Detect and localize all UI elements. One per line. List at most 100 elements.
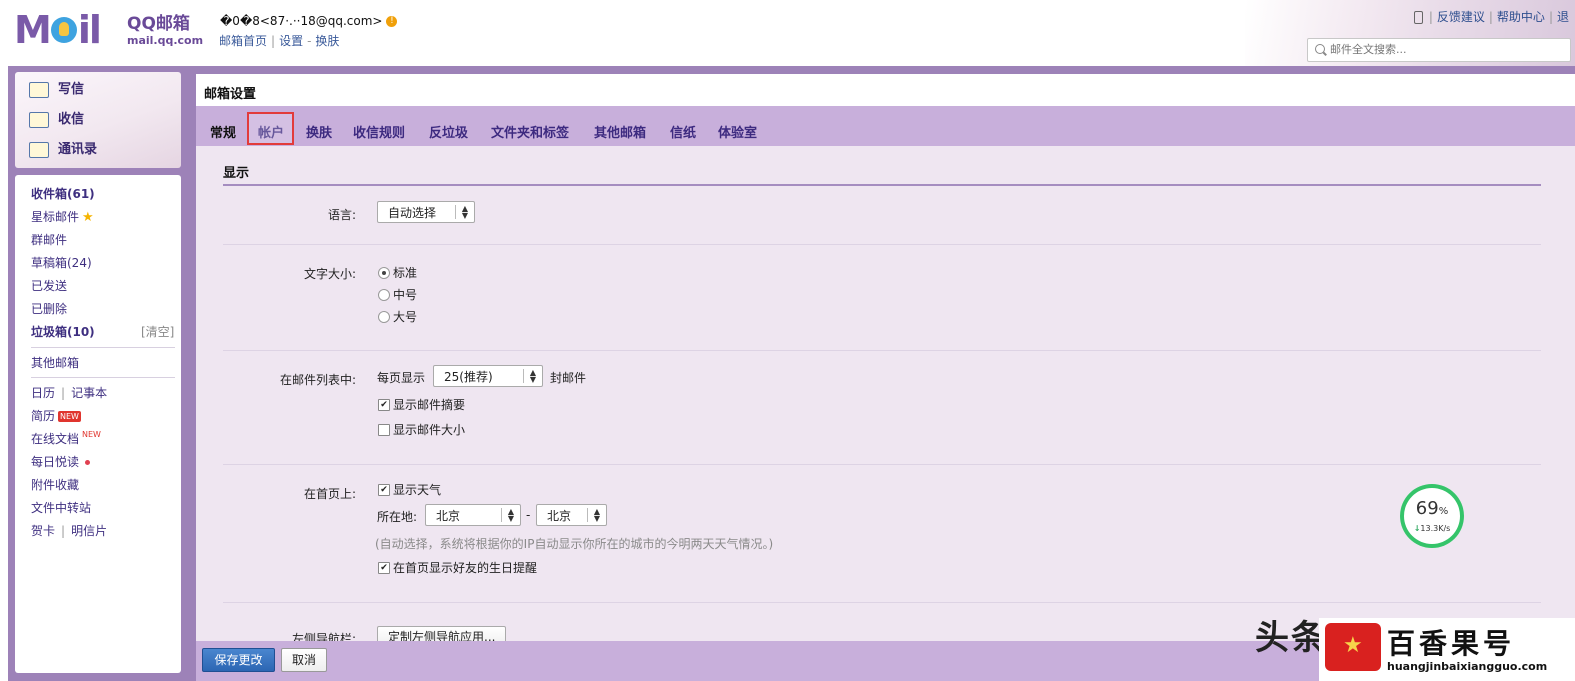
speed-percent-unit: % <box>1438 506 1449 517</box>
tab-lab[interactable]: 体验室 <box>718 122 757 141</box>
weather-hint: (自动选择，系统将根据你的IP自动显示你所在的城市的今明两天天气情况。) <box>375 537 774 551</box>
daily-read-label: 每日悦读 <box>31 455 80 469</box>
row-divider <box>223 350 1541 351</box>
folder-drafts[interactable]: 草稿箱(24) <box>31 254 92 271</box>
daily-read-link[interactable]: 每日悦读 <box>31 453 91 470</box>
resume-link[interactable]: 简历 NEW <box>31 407 81 424</box>
birthday-label: 在首页显示好友的生日提醒 <box>393 561 538 575</box>
network-speed-widget[interactable]: 69% ↓13.3K/s <box>1400 484 1464 548</box>
cancel-button[interactable]: 取消 <box>281 648 327 672</box>
show-weather-label: 显示天气 <box>393 483 442 497</box>
link-skin[interactable]: 换肤 <box>315 34 339 48</box>
select-arrows-icon: ▲ ▼ <box>587 508 606 523</box>
receive-button[interactable]: 收信 <box>29 109 84 131</box>
divider <box>31 347 175 348</box>
link-logout[interactable]: 退 <box>1557 10 1569 24</box>
folder-deleted[interactable]: 已删除 <box>31 300 67 317</box>
watermark-title: 百香果号 <box>1387 627 1516 660</box>
section-divider <box>223 184 1541 186</box>
cards-row: 贺卡 | 明信片 <box>31 524 108 538</box>
quick-actions: 写信 收信 通讯录 <box>15 72 181 168</box>
font-size-large-radio[interactable] <box>378 311 390 323</box>
tab-skin[interactable]: 换肤 <box>306 122 332 141</box>
search-box[interactable] <box>1307 38 1571 62</box>
per-page-select[interactable]: 25(推荐) ▲ ▼ <box>433 365 543 387</box>
contacts-button[interactable]: 通讯录 <box>29 139 97 161</box>
link-mail-home[interactable]: 邮箱首页 <box>219 34 267 48</box>
folder-inbox[interactable]: 收件箱(61) <box>31 185 95 202</box>
warning-icon[interactable]: ! <box>386 16 398 27</box>
show-summary-checkbox[interactable]: ✔ <box>378 399 390 411</box>
row-divider <box>223 464 1541 465</box>
postcards-link[interactable]: 明信片 <box>71 524 107 538</box>
font-size-medium-radio[interactable] <box>378 289 390 301</box>
clear-spam-link[interactable]: [清空] <box>141 323 174 340</box>
per-page-suffix: 封邮件 <box>550 371 587 385</box>
logo-text: QQ邮箱 mail.qq.com <box>127 14 203 47</box>
folder-group[interactable]: 群邮件 <box>31 231 67 248</box>
calendar-link[interactable]: 日历 <box>31 386 55 400</box>
birthday-checkbox[interactable]: ✔ <box>378 562 390 574</box>
link-help[interactable]: 帮助中心 <box>1497 10 1545 24</box>
receive-label: 收信 <box>58 112 85 127</box>
notes-link[interactable]: 记事本 <box>71 386 107 400</box>
watermark-toutiao: 头条 <box>1255 618 1327 658</box>
link-feedback[interactable]: 反馈建议 <box>1437 10 1485 24</box>
logo-en: mail.qq.com <box>127 34 204 47</box>
location-dash: - <box>526 508 531 522</box>
city-select[interactable]: 北京 ▲ ▼ <box>536 504 607 526</box>
other-mailboxes-link[interactable]: 其他邮箱 <box>31 354 79 371</box>
new-badge: NEW <box>58 411 81 422</box>
top-nav: 邮箱首页 | 设置 - 换肤 <box>219 34 340 48</box>
tab-antispam[interactable]: 反垃圾 <box>429 122 468 141</box>
qq-penguin-icon <box>50 16 77 43</box>
compose-label: 写信 <box>58 82 85 97</box>
attachments-link[interactable]: 附件收藏 <box>31 476 79 493</box>
compose-button[interactable]: 写信 <box>29 79 84 101</box>
settings-panel: 邮箱设置 常规 帐户 换肤 收信规则 反垃圾 文件夹和标签 其他邮箱 信纸 体验… <box>196 74 1575 681</box>
top-links: | 反馈建议 | 帮助中心 | 退 <box>1413 8 1569 25</box>
show-weather-checkbox[interactable]: ✔ <box>378 484 390 496</box>
show-size-label: 显示邮件大小 <box>393 423 466 437</box>
greeting-cards-link[interactable]: 贺卡 <box>31 524 55 538</box>
new-badge: NEW <box>82 430 101 439</box>
contacts-icon <box>29 141 49 158</box>
settings-title-bar: 邮箱设置 <box>196 74 1575 106</box>
tab-folders-labels[interactable]: 文件夹和标签 <box>491 122 569 141</box>
watermark-logo-icon: ★ <box>1325 623 1381 671</box>
link-settings[interactable]: 设置 <box>279 34 303 48</box>
online-docs-label: 在线文档 <box>31 432 80 446</box>
folder-spam[interactable]: 垃圾箱(10) <box>31 323 95 340</box>
font-size-standard-label: 标准 <box>393 266 418 280</box>
font-size-standard-radio[interactable] <box>378 267 390 279</box>
phone-icon[interactable] <box>1413 11 1423 24</box>
tab-stationery[interactable]: 信纸 <box>670 122 696 141</box>
city-value: 北京 <box>547 509 572 523</box>
mail-logo[interactable]: Mil <box>14 10 102 50</box>
folder-starred-label: 星标邮件 <box>31 210 80 224</box>
folder-sent[interactable]: 已发送 <box>31 277 67 294</box>
tab-rules[interactable]: 收信规则 <box>353 122 405 141</box>
row-divider <box>223 602 1541 603</box>
province-select[interactable]: 北京 ▲ ▼ <box>425 504 521 526</box>
tab-general[interactable]: 常规 <box>210 122 236 141</box>
watermark-url: huangjinbaixiangguo.com <box>1387 660 1548 673</box>
divider <box>31 377 175 378</box>
language-label: 语言: <box>327 208 356 222</box>
language-select[interactable]: 自动选择 ▲ ▼ <box>377 201 475 223</box>
tab-other-mail[interactable]: 其他邮箱 <box>594 122 646 141</box>
settings-tabs: 常规 帐户 换肤 收信规则 反垃圾 文件夹和标签 其他邮箱 信纸 体验室 <box>196 106 1575 146</box>
save-button[interactable]: 保存更改 <box>202 648 275 672</box>
font-size-label: 文字大小: <box>303 267 356 281</box>
resume-label: 简历 <box>31 409 56 423</box>
search-input[interactable] <box>1330 41 1560 57</box>
file-transfer-link[interactable]: 文件中转站 <box>31 499 91 516</box>
folder-starred[interactable]: 星标邮件 ★ <box>31 208 94 225</box>
mail-list-label: 在邮件列表中: <box>279 373 356 387</box>
speed-percent-value: 69 <box>1415 498 1439 519</box>
watermark-box: ★ 百香果号 huangjinbaixiangguo.com <box>1319 618 1575 681</box>
show-size-checkbox[interactable] <box>378 424 390 436</box>
speed-rate: ↓13.3K/s <box>1400 524 1464 533</box>
star-icon: ★ <box>82 210 94 225</box>
online-docs-link[interactable]: 在线文档 NEW <box>31 430 101 447</box>
